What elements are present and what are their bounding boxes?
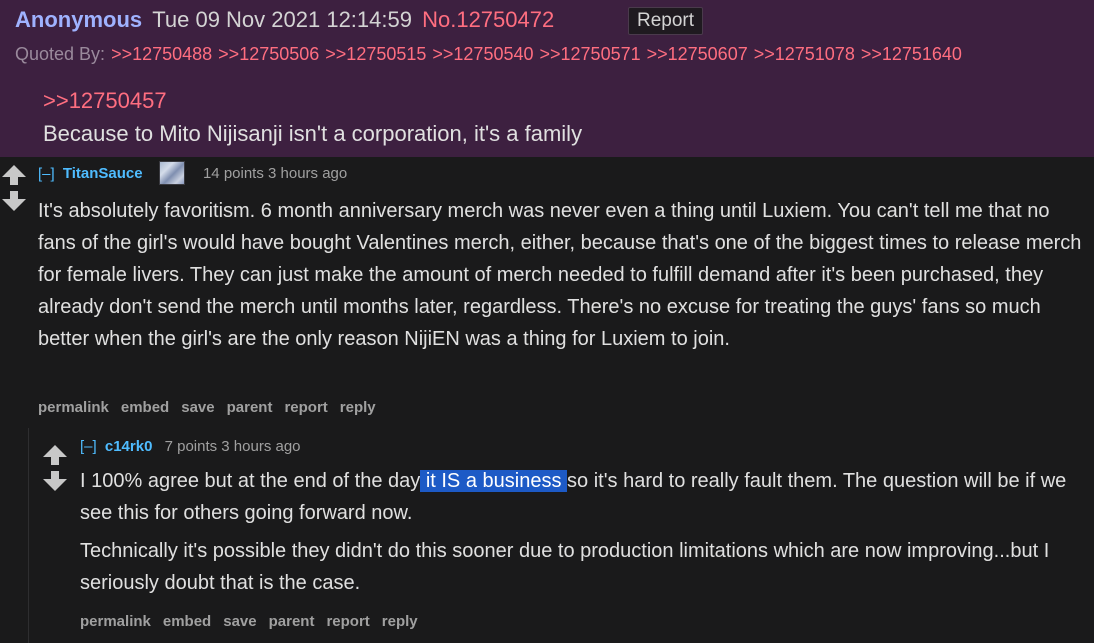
quote-link[interactable]: >>12750540 — [432, 44, 533, 64]
score-time: 14 points 3 hours ago — [202, 165, 348, 183]
quote-link[interactable]: >>12751640 — [861, 44, 962, 64]
report-button[interactable]: Report — [628, 7, 704, 35]
parent-link[interactable]: parent — [269, 613, 315, 630]
chan-post: Anonymous Tue 09 Nov 2021 12:14:59 No.12… — [0, 0, 1094, 157]
comment-actions: permalink embed save parent report reply — [38, 399, 388, 417]
reply-link[interactable]: reply — [382, 613, 418, 630]
comment-body: I 100% agree but at the end of the day i… — [80, 465, 1085, 599]
report-link[interactable]: report — [326, 613, 369, 630]
quote-link[interactable]: >>12750515 — [325, 44, 426, 64]
save-link[interactable]: save — [181, 399, 214, 416]
user-flair-image — [158, 161, 185, 185]
comment-meta: [–] TitanSauce 14 points 3 hours ago — [38, 161, 348, 185]
comment-meta: [–] c14rk0 7 points 3 hours ago — [80, 438, 301, 456]
comment-paragraph: It's absolutely favoritism. 6 month anni… — [38, 200, 1082, 350]
permalink-link[interactable]: permalink — [80, 613, 151, 630]
embed-link[interactable]: embed — [163, 613, 211, 630]
quote-link[interactable]: >>12750488 — [111, 44, 212, 64]
quoted-by-label: Quoted By: — [15, 44, 106, 64]
comment-paragraph: Technically it's possible they didn't do… — [80, 540, 1050, 594]
report-link[interactable]: report — [284, 399, 327, 416]
post-body: Because to Mito Nijisanji isn't a corpor… — [43, 121, 583, 146]
quote-link[interactable]: >>12750607 — [647, 44, 748, 64]
comment-actions: permalink embed save parent report reply — [80, 613, 430, 631]
post-header: Anonymous Tue 09 Nov 2021 12:14:59 No.12… — [15, 7, 554, 33]
collapse-toggle[interactable]: [–] — [80, 438, 97, 455]
thread-indent-line[interactable] — [28, 428, 29, 643]
score-time: 7 points 3 hours ago — [164, 438, 301, 455]
permalink-link[interactable]: permalink — [38, 399, 109, 416]
poster-name: Anonymous — [15, 7, 143, 32]
quote-link[interactable]: >>12751078 — [754, 44, 855, 64]
selected-text: it IS a business — [420, 470, 568, 492]
parent-link[interactable]: parent — [227, 399, 273, 416]
downvote-arrow-icon — [43, 471, 67, 491]
post-number-link[interactable]: No.12750472 — [422, 7, 554, 32]
quote-link[interactable]: >>12750506 — [218, 44, 319, 64]
quoted-by: Quoted By: >>12750488 >>12750506 >>12750515… — [15, 43, 968, 65]
text-before-selection: I 100% agree but at the end of the day — [80, 470, 421, 492]
quote-link[interactable]: >>12750571 — [540, 44, 641, 64]
upvote-arrow-icon — [43, 445, 67, 465]
reply-backlink[interactable]: >>12750457 — [43, 88, 167, 114]
comment-paragraph: I 100% agree but at the end of the day i… — [80, 465, 1085, 529]
vote-arrows-icon[interactable] — [41, 443, 69, 493]
collapse-toggle[interactable]: [–] — [38, 165, 55, 182]
comment-author[interactable]: c14rk0 — [105, 438, 153, 455]
save-link[interactable]: save — [223, 613, 256, 630]
upvote-arrow-icon — [2, 165, 26, 185]
embed-link[interactable]: embed — [121, 399, 169, 416]
vote-arrows-icon[interactable] — [0, 163, 28, 213]
reply-link[interactable]: reply — [340, 399, 376, 416]
downvote-arrow-icon — [2, 191, 26, 211]
comment-author[interactable]: TitanSauce — [63, 165, 143, 182]
comment-body: It's absolutely favoritism. 6 month anni… — [38, 195, 1083, 355]
post-date: Tue 09 Nov 2021 12:14:59 — [152, 7, 412, 32]
